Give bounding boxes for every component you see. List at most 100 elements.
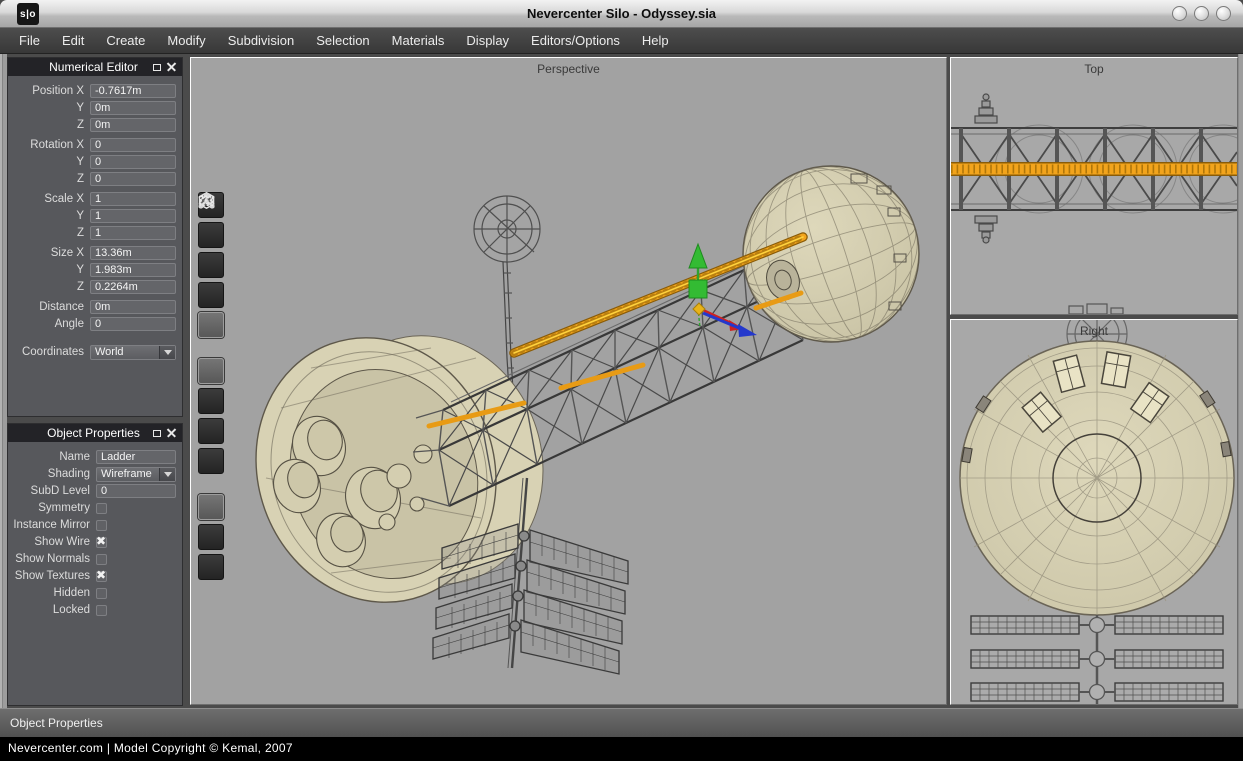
coordinates-dropdown[interactable]: World [90,345,176,360]
right-scene [951,320,1237,704]
status-bar: Object Properties [0,708,1243,737]
hidden-checkbox[interactable] [96,588,107,599]
solar-array-side [971,615,1223,704]
lasso-select-icon[interactable] [198,554,224,580]
field-label: Rotation X [8,139,90,151]
menu-help[interactable]: Help [631,28,680,54]
panel-float-icon[interactable] [153,430,161,437]
manipulator-group [198,358,224,474]
show-normals-checkbox[interactable] [96,554,107,565]
shading-dropdown[interactable]: Wireframe [96,467,176,482]
rotation-y-field[interactable] [90,155,176,169]
distance-field[interactable] [90,300,176,314]
habitat-sphere-front [960,341,1234,615]
numerical-editor-titlebar[interactable]: Numerical Editor [8,58,182,76]
rect-select-icon[interactable] [198,524,224,550]
field-label: Symmetry [8,502,96,514]
scale-z-field[interactable] [90,226,176,240]
field-label: SubD Level [8,485,96,497]
dropdown-arrow-button[interactable] [159,346,175,359]
position-y-field[interactable] [90,101,176,115]
object-name-field[interactable] [96,450,176,464]
menu-editors-options[interactable]: Editors/Options [520,28,631,54]
rotate-tool-icon[interactable] [198,388,224,414]
right-viewport-label: Right [951,324,1237,338]
right-viewport[interactable]: Right [950,319,1238,705]
size-y-field[interactable] [90,263,176,277]
menu-selection[interactable]: Selection [305,28,380,54]
coordinates-value: World [91,346,159,358]
field-label: Y [8,102,90,114]
paint-select-icon[interactable] [198,494,224,520]
subd-level-field[interactable] [96,484,176,498]
perspective-viewport[interactable]: Perspective [190,57,947,705]
field-label: Shading [8,468,96,480]
size-x-field[interactable] [90,246,176,260]
rotation-x-field[interactable] [90,138,176,152]
window-controls [1172,6,1231,21]
field-label: Show Normals [8,553,96,565]
field-label: Locked [8,604,96,616]
size-z-field[interactable] [90,280,176,294]
selection-mode-group [198,192,224,338]
menu-create[interactable]: Create [95,28,156,54]
field-label: Z [8,119,90,131]
field-label: Z [8,173,90,185]
panel-close-icon[interactable] [167,429,176,438]
object-properties-titlebar[interactable]: Object Properties [8,424,182,442]
shading-value: Wireframe [97,468,159,480]
top-viewport[interactable]: Top [950,57,1238,315]
window-title: Nevercenter Silo - Odyssey.sia [0,0,1243,28]
window-frame-left [0,54,7,708]
scale-y-field[interactable] [90,209,176,223]
universal-manipulator-icon[interactable] [198,448,224,474]
menu-materials[interactable]: Materials [381,28,456,54]
rotation-z-field[interactable] [90,172,176,186]
symmetry-checkbox[interactable] [96,503,107,514]
chevron-down-icon [164,350,172,355]
panel-float-icon[interactable] [153,64,161,71]
move-tool-icon[interactable] [198,358,224,384]
field-label: Angle [8,318,90,330]
top-scene [951,58,1237,314]
field-label: Y [8,156,90,168]
face-mode-icon[interactable] [198,252,224,278]
position-z-field[interactable] [90,118,176,132]
menu-subdivision[interactable]: Subdivision [217,28,306,54]
close-button[interactable] [1216,6,1231,21]
scale-x-field[interactable] [90,192,176,206]
menu-file[interactable]: File [8,28,51,54]
field-label: Hidden [8,587,96,599]
object-properties-title: Object Properties [8,426,153,440]
panel-close-icon[interactable] [167,63,176,72]
multi-mode-icon[interactable] [198,282,224,308]
show-textures-checkbox[interactable]: ✖ [96,571,107,582]
show-wire-checkbox[interactable]: ✖ [96,537,107,548]
field-label: Scale X [8,193,90,205]
locked-checkbox[interactable] [96,605,107,616]
title-bar[interactable]: s|o Nevercenter Silo - Odyssey.sia [0,0,1243,28]
field-label: Show Wire [8,536,96,548]
field-label: Z [8,281,90,293]
perspective-scene [191,58,946,704]
instance-mirror-checkbox[interactable] [96,520,107,531]
object-mode-icon[interactable] [198,312,224,338]
position-x-field[interactable] [90,84,176,98]
field-label: Name [8,451,96,463]
menu-modify[interactable]: Modify [156,28,216,54]
field-label: Instance Mirror [8,519,96,531]
edge-mode-icon[interactable] [198,222,224,248]
field-label: Show Textures [8,570,96,582]
footer-text: Nevercenter.com | Model Copyright © Kema… [8,741,293,755]
maximize-button[interactable] [1194,6,1209,21]
numerical-editor-panel: Numerical Editor Position X Y Z Rotation… [7,57,183,417]
menu-bar: File Edit Create Modify Subdivision Sele… [0,28,1243,54]
menu-display[interactable]: Display [455,28,520,54]
object-properties-panel: Object Properties Name Shading Wireframe [7,423,183,706]
top-viewport-label: Top [951,62,1237,76]
menu-edit[interactable]: Edit [51,28,95,54]
dropdown-arrow-button[interactable] [159,468,175,481]
minimize-button[interactable] [1172,6,1187,21]
angle-field[interactable] [90,317,176,331]
scale-tool-icon[interactable] [198,418,224,444]
